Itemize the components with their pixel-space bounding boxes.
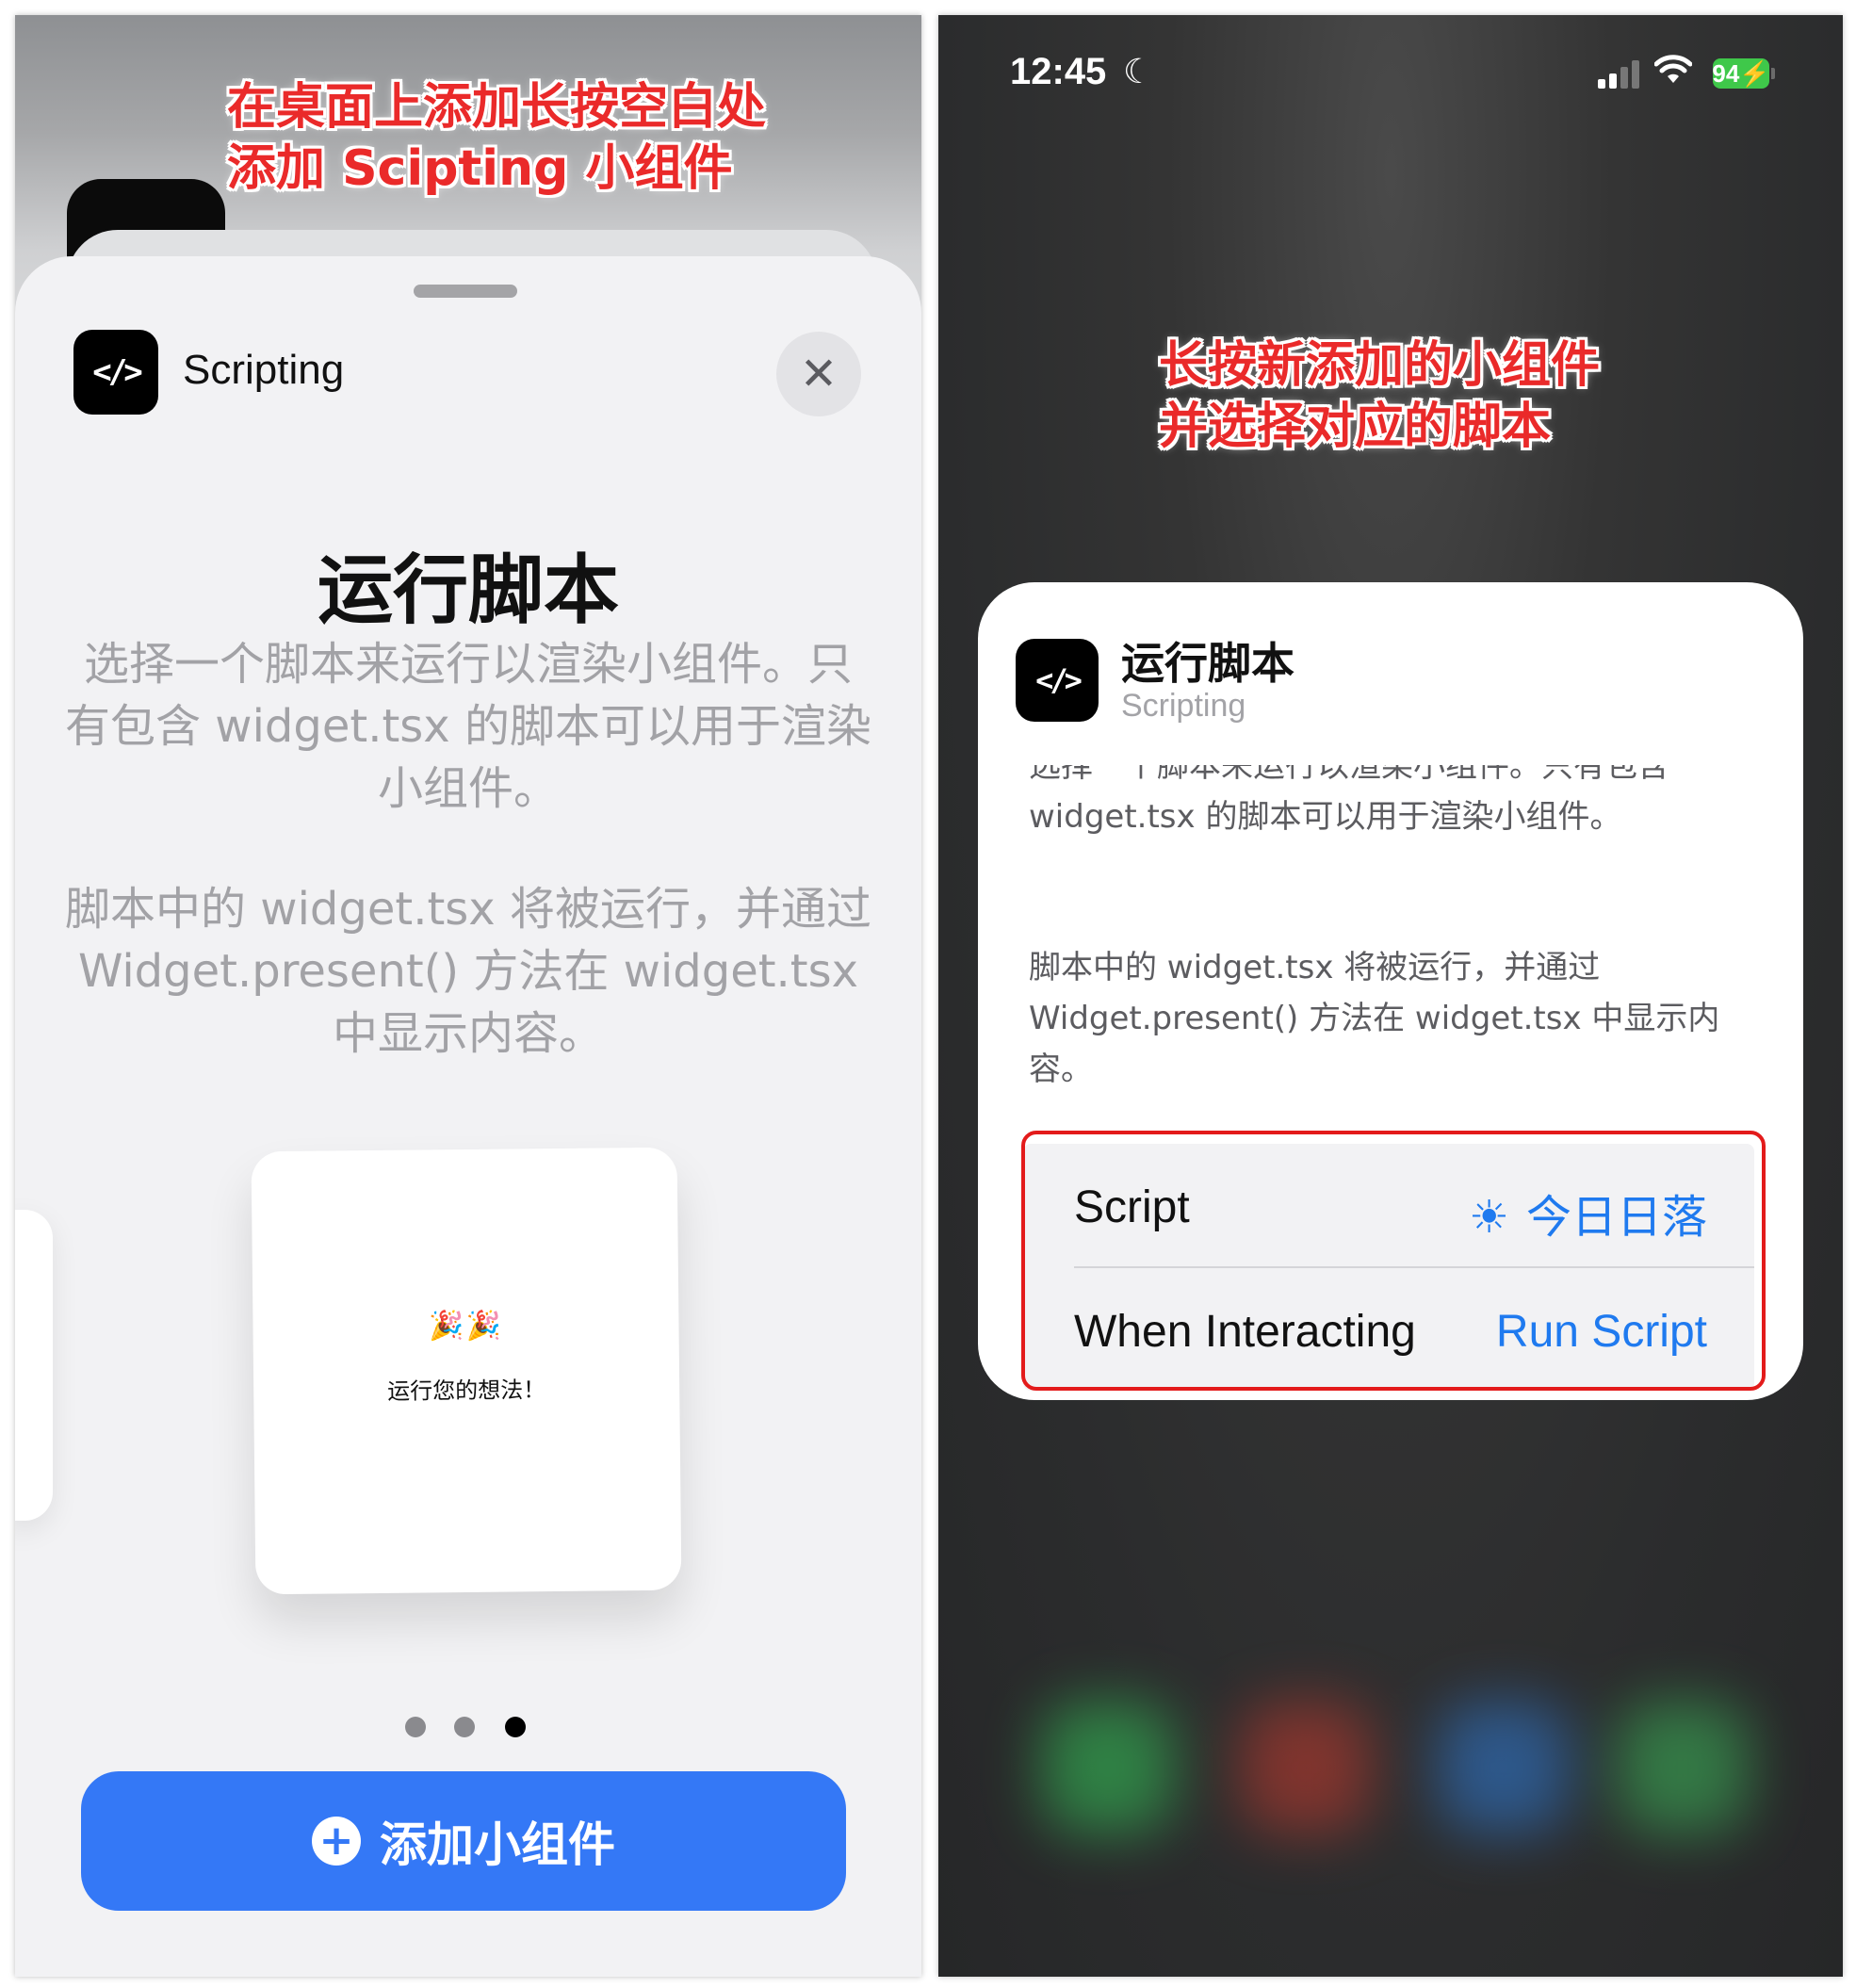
widget-preview[interactable]: 🎉🎉 运行您的想法！ xyxy=(251,1147,682,1595)
description-scroll-area[interactable]: 选择一个脚本来运行以渲染小组件。只有包含 widget.tsx 的脚本可以用于渲… xyxy=(978,765,1803,906)
left-screenshot: 在桌面上添加长按空白处 添加 Scipting 小组件 </> Scriptin… xyxy=(15,15,921,1977)
page-dot-2[interactable] xyxy=(454,1717,475,1737)
page-dot-1[interactable] xyxy=(405,1717,426,1737)
annotation-line-2: 并选择对应的脚本 xyxy=(1159,399,1552,455)
widget-options: Script ☀ 今日日落 When Interacting Run Script xyxy=(1023,1144,1754,1391)
divider xyxy=(1074,1266,1754,1268)
widget-edit-card: </> 运行脚本 Scripting 选择一个脚本来运行以渲染小组件。只有包含 … xyxy=(978,582,1803,1400)
widget-gallery-sheet: </> Scripting ✕ 运行脚本 选择一个脚本来运行以渲染小组件。只有包… xyxy=(15,256,921,1977)
page-dot-3-active[interactable] xyxy=(505,1717,526,1737)
annotation-line-2: 添加 Scipting 小组件 xyxy=(227,140,733,197)
annotation-top: 在桌面上添加长按空白处 添加 Scipting 小组件 xyxy=(227,77,766,200)
interaction-value[interactable]: Run Script xyxy=(1496,1306,1707,1358)
charging-icon: ⚡ xyxy=(1739,58,1770,88)
script-label: Script xyxy=(1074,1182,1190,1232)
card-description-2: 脚本中的 widget.tsx 将被运行，并通过 Widget.present(… xyxy=(1029,949,1720,1088)
sun-icon: ☀ xyxy=(1468,1193,1509,1243)
card-description-1: 选择一个脚本来运行以渲染小组件。只有包含 widget.tsx 的脚本可以用于渲… xyxy=(1029,765,1669,836)
script-value[interactable]: ☀ 今日日落 xyxy=(1469,1180,1707,1246)
sheet-grabber[interactable] xyxy=(414,285,517,298)
previous-widget-preview[interactable] xyxy=(15,1210,53,1521)
battery-level: 94 xyxy=(1712,58,1740,88)
plus-circle-icon: + xyxy=(312,1817,361,1866)
add-widget-button[interactable]: + 添加小组件 xyxy=(81,1771,846,1911)
annotation-line-1: 在桌面上添加长按空白处 xyxy=(227,79,767,136)
battery-cap xyxy=(1771,68,1775,79)
add-widget-label: 添加小组件 xyxy=(380,1817,615,1872)
close-icon: ✕ xyxy=(799,348,838,400)
widget-description-1: 选择一个脚本来运行以渲染小组件。只有包含 widget.tsx 的脚本可以用于渲… xyxy=(65,638,871,815)
app-name: Scripting xyxy=(183,347,345,393)
blurred-dock xyxy=(1014,1664,1767,1852)
party-icon: 🎉🎉 xyxy=(428,1309,504,1344)
script-name: 今日日落 xyxy=(1525,1193,1707,1243)
close-button[interactable]: ✕ xyxy=(776,332,861,416)
annotation-middle: 长按新添加的小组件 并选择对应的脚本 xyxy=(1159,335,1600,458)
right-screenshot: 12:45 ☾ 94 ⚡ 长按新添加的小组件 并选择对应的脚本 </> 运行脚本 … xyxy=(938,15,1843,1977)
card-title: 运行脚本 xyxy=(1121,638,1294,689)
preview-text: 运行您的想法！ xyxy=(387,1377,546,1405)
wifi-icon xyxy=(1653,55,1693,93)
annotation-line-1: 长按新添加的小组件 xyxy=(1159,337,1601,394)
scripting-app-icon: </> xyxy=(1016,639,1099,722)
card-subtitle: Scripting xyxy=(1121,688,1246,724)
status-time: 12:45 xyxy=(1010,51,1107,92)
widget-description-2: 脚本中的 widget.tsx 将被运行，并通过 Widget.present(… xyxy=(65,883,871,1060)
scripting-app-icon: </> xyxy=(73,330,158,415)
widget-title: 运行脚本 xyxy=(317,546,619,634)
cellular-signal-icon xyxy=(1598,60,1643,89)
battery-indicator: 94 ⚡ xyxy=(1712,58,1770,89)
moon-icon: ☾ xyxy=(1123,53,1154,91)
interaction-label: When Interacting xyxy=(1074,1307,1416,1357)
